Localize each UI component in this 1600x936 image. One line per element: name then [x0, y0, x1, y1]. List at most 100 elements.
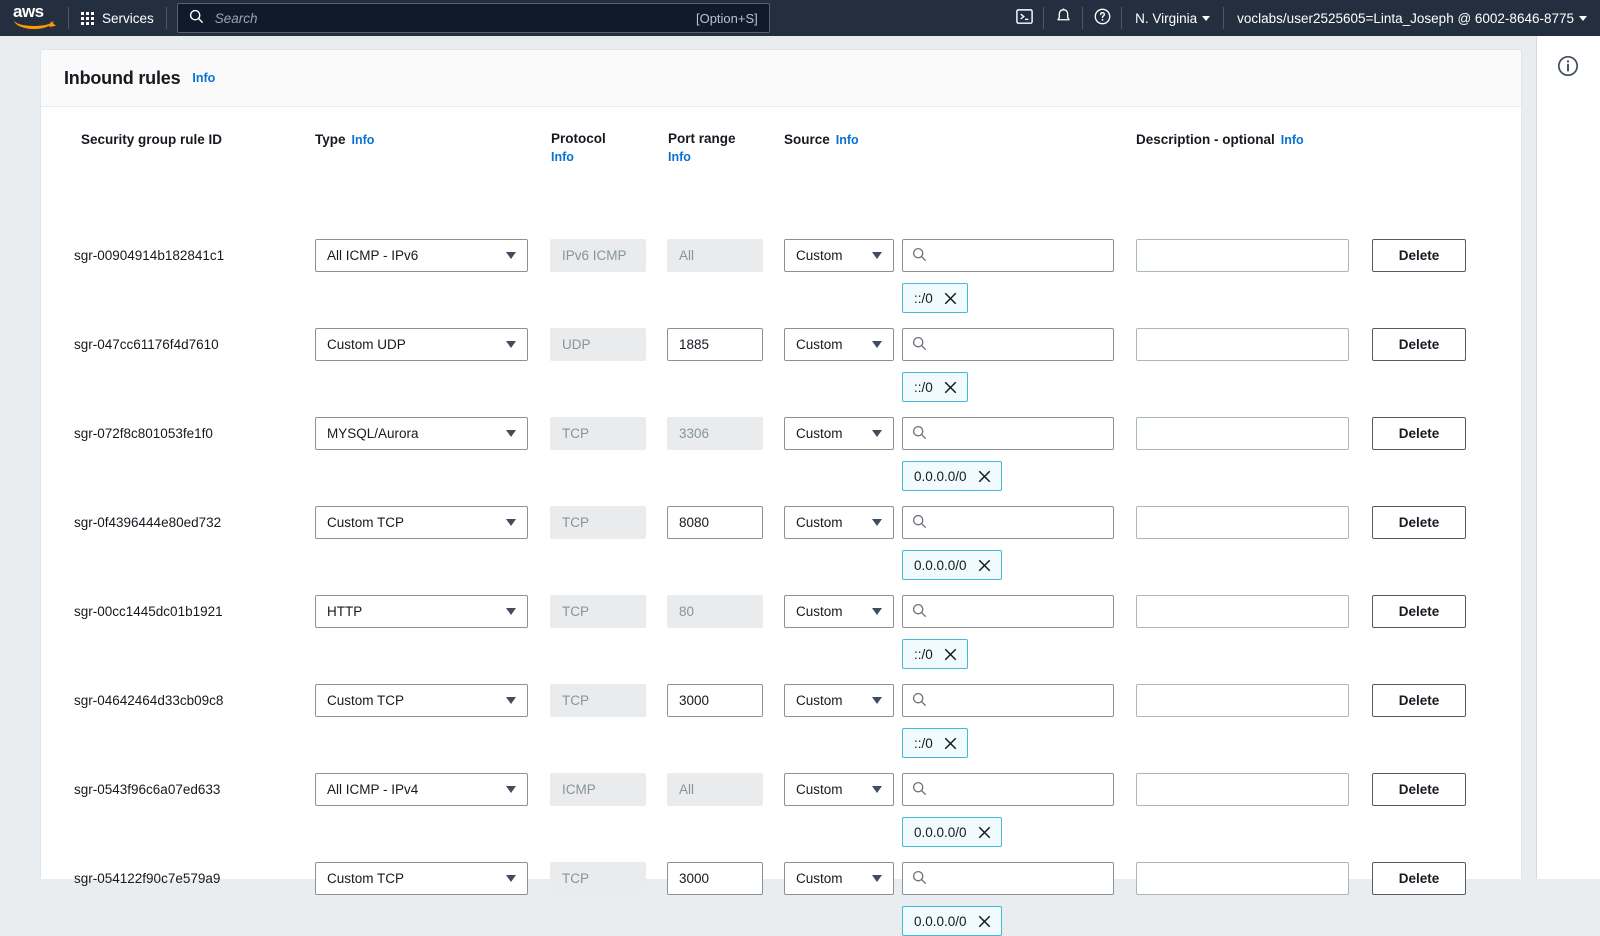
- source-input[interactable]: [902, 417, 1115, 450]
- port-range-field[interactable]: 8080: [667, 506, 763, 539]
- rule-id-text: sgr-047cc61176f4d7610: [74, 337, 219, 352]
- close-icon[interactable]: [977, 469, 992, 484]
- source-cidr-chip[interactable]: ::/0: [902, 639, 968, 669]
- source-cidr-chip[interactable]: 0.0.0.0/0: [902, 461, 1002, 491]
- chevron-down-icon: [506, 430, 516, 437]
- source-input[interactable]: [902, 595, 1115, 628]
- type-info-link[interactable]: Info: [352, 133, 375, 147]
- services-menu-button[interactable]: Services: [69, 0, 166, 36]
- source-type-value: Custom: [796, 426, 843, 441]
- source-input[interactable]: [902, 239, 1115, 272]
- close-icon[interactable]: [943, 647, 958, 662]
- source-text-input[interactable]: [934, 247, 1115, 264]
- protocol-info-link[interactable]: Info: [551, 150, 606, 164]
- search-input[interactable]: [212, 9, 696, 27]
- description-text-input[interactable]: [1148, 336, 1348, 353]
- close-icon[interactable]: [977, 558, 992, 573]
- description-input[interactable]: [1136, 684, 1349, 717]
- description-input[interactable]: [1136, 328, 1349, 361]
- column-label: Protocol: [551, 131, 606, 146]
- close-icon[interactable]: [943, 380, 958, 395]
- description-text-input[interactable]: [1148, 692, 1348, 709]
- description-text-input[interactable]: [1148, 425, 1348, 442]
- notifications-button[interactable]: [1044, 0, 1082, 36]
- close-icon[interactable]: [943, 291, 958, 306]
- source-cidr-chip[interactable]: ::/0: [902, 283, 968, 313]
- delete-button[interactable]: Delete: [1372, 328, 1466, 361]
- info-circle-icon[interactable]: [1556, 54, 1580, 78]
- search-icon: [912, 514, 927, 532]
- source-text-input[interactable]: [934, 603, 1115, 620]
- type-select[interactable]: HTTP: [315, 595, 528, 628]
- source-text-input[interactable]: [934, 514, 1115, 531]
- source-cidr-value: ::/0: [914, 735, 933, 751]
- description-text-input[interactable]: [1148, 603, 1348, 620]
- type-select[interactable]: All ICMP - IPv6: [315, 239, 528, 272]
- source-input[interactable]: [902, 328, 1115, 361]
- delete-button[interactable]: Delete: [1372, 773, 1466, 806]
- aws-logo[interactable]: aws: [12, 3, 58, 31]
- description-text-input[interactable]: [1148, 247, 1348, 264]
- cloudshell-button[interactable]: [1005, 0, 1043, 36]
- protocol-value: UDP: [562, 337, 591, 352]
- close-icon[interactable]: [977, 825, 992, 840]
- aws-smile-icon: [14, 20, 54, 29]
- description-input[interactable]: [1136, 417, 1349, 450]
- description-info-link[interactable]: Info: [1281, 133, 1304, 147]
- type-select[interactable]: MYSQL/Aurora: [315, 417, 528, 450]
- type-select[interactable]: All ICMP - IPv4: [315, 773, 528, 806]
- panel-info-link[interactable]: Info: [192, 71, 215, 85]
- source-type-select[interactable]: Custom: [784, 773, 894, 806]
- source-text-input[interactable]: [934, 425, 1115, 442]
- source-cidr-chip[interactable]: 0.0.0.0/0: [902, 906, 1002, 936]
- source-input[interactable]: [902, 506, 1115, 539]
- source-text-input[interactable]: [934, 692, 1115, 709]
- source-type-select[interactable]: Custom: [784, 239, 894, 272]
- port-range-field[interactable]: 1885: [667, 328, 763, 361]
- description-input[interactable]: [1136, 773, 1349, 806]
- source-cidr-chip[interactable]: 0.0.0.0/0: [902, 550, 1002, 580]
- source-text-input[interactable]: [934, 336, 1115, 353]
- protocol-value: TCP: [562, 693, 589, 708]
- protocol-field: UDP: [550, 328, 646, 361]
- description-input[interactable]: [1136, 506, 1349, 539]
- description-input[interactable]: [1136, 595, 1349, 628]
- source-cidr-chip[interactable]: 0.0.0.0/0: [902, 817, 1002, 847]
- source-type-select[interactable]: Custom: [784, 684, 894, 717]
- account-menu[interactable]: voclabs/user2525605=Linta_Joseph @ 6002-…: [1224, 0, 1600, 36]
- description-text-input[interactable]: [1148, 781, 1348, 798]
- rule-id-text: sgr-0543f96c6a07ed633: [74, 782, 221, 797]
- source-cidr-value: ::/0: [914, 646, 933, 662]
- port-range-info-link[interactable]: Info: [668, 150, 736, 164]
- source-input[interactable]: [902, 773, 1115, 806]
- global-search-box[interactable]: [Option+S]: [176, 3, 770, 33]
- type-select[interactable]: Custom TCP: [315, 684, 528, 717]
- close-icon[interactable]: [977, 914, 992, 929]
- grid-icon: [81, 11, 94, 25]
- source-type-select[interactable]: Custom: [784, 595, 894, 628]
- source-input[interactable]: [902, 684, 1115, 717]
- source-text-input[interactable]: [934, 781, 1115, 798]
- source-type-select[interactable]: Custom: [784, 328, 894, 361]
- source-info-link[interactable]: Info: [836, 133, 859, 147]
- source-type-select[interactable]: Custom: [784, 506, 894, 539]
- description-text-input[interactable]: [1148, 514, 1348, 531]
- type-select[interactable]: Custom TCP: [315, 506, 528, 539]
- source-cidr-chip[interactable]: ::/0: [902, 372, 968, 402]
- source-cidr-chip[interactable]: ::/0: [902, 728, 968, 758]
- type-select-value: Custom TCP: [327, 693, 405, 708]
- source-type-select[interactable]: Custom: [784, 417, 894, 450]
- column-header-type: Type Info: [315, 132, 374, 147]
- port-range-field[interactable]: 3000: [667, 684, 763, 717]
- help-button[interactable]: [1083, 0, 1121, 36]
- column-label: Security group rule ID: [81, 132, 223, 147]
- description-input[interactable]: [1136, 239, 1349, 272]
- type-select[interactable]: Custom UDP: [315, 328, 528, 361]
- delete-button[interactable]: Delete: [1372, 506, 1466, 539]
- delete-button[interactable]: Delete: [1372, 595, 1466, 628]
- delete-button[interactable]: Delete: [1372, 684, 1466, 717]
- delete-button[interactable]: Delete: [1372, 239, 1466, 272]
- close-icon[interactable]: [943, 736, 958, 751]
- region-selector[interactable]: N. Virginia: [1122, 0, 1223, 36]
- delete-button[interactable]: Delete: [1372, 417, 1466, 450]
